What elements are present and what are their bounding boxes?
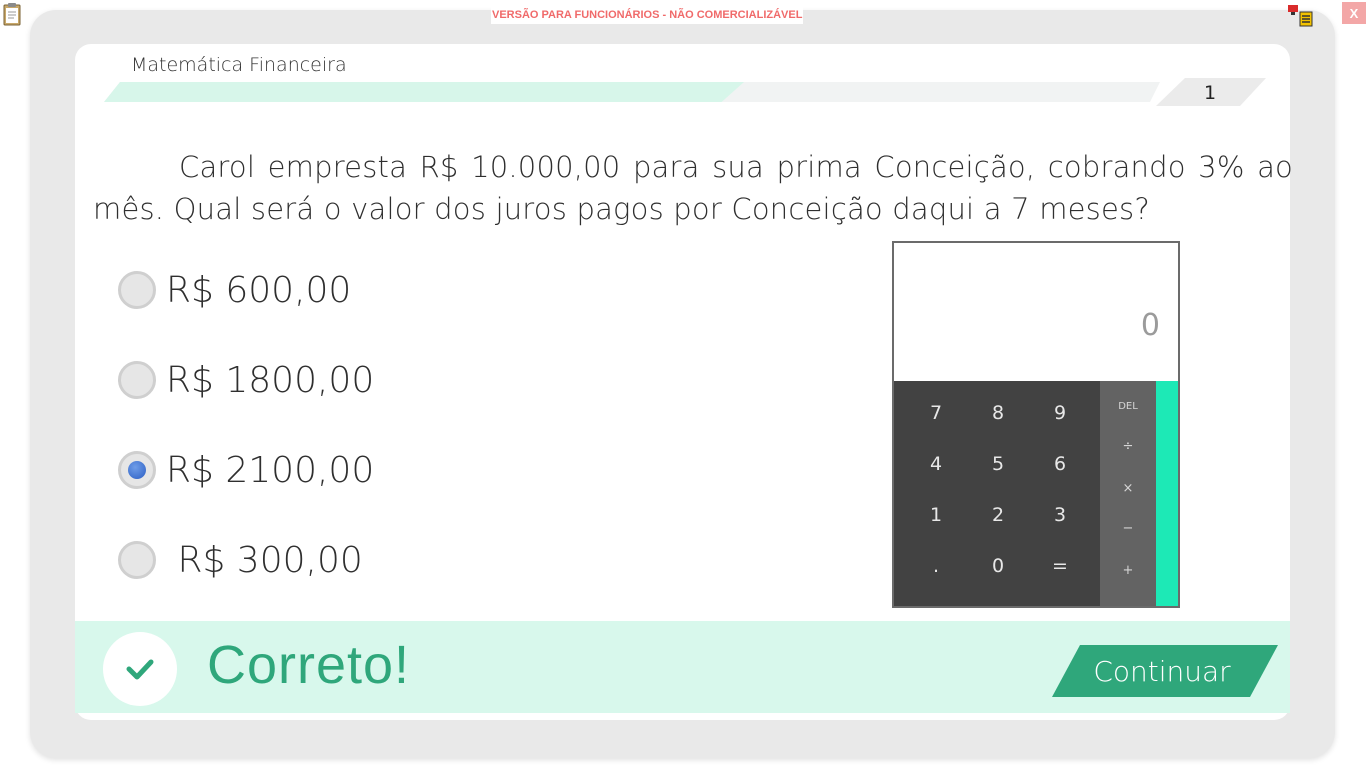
calculator-keypad: 7 8 9 4 5 6 1 2 3 . 0 = (894, 381, 1100, 606)
calculator-advanced-panel-handle[interactable] (1156, 381, 1178, 606)
answer-label: R$ 600,00 (166, 269, 352, 311)
answer-option-4[interactable]: R$ 300,00 (118, 536, 363, 584)
key-delete[interactable]: DEL (1100, 391, 1156, 421)
key-5[interactable]: 5 (968, 440, 1028, 488)
answer-label: R$ 300,00 (166, 539, 363, 581)
checkmark-icon (126, 659, 154, 680)
network-status-icon[interactable] (1287, 3, 1315, 27)
key-add[interactable]: + (1100, 555, 1156, 585)
key-subtract[interactable]: − (1100, 513, 1156, 543)
key-7[interactable]: 7 (906, 389, 966, 437)
answer-option-1[interactable]: R$ 600,00 (118, 266, 351, 314)
key-decimal[interactable]: . (906, 542, 966, 590)
continue-button[interactable] (1050, 643, 1280, 699)
question-number: 1 (1204, 82, 1216, 104)
feedback-message: Correto! (207, 635, 411, 695)
radio-button[interactable] (118, 451, 156, 489)
calculator-operators: DEL ÷ × − + (1100, 381, 1156, 606)
key-0[interactable]: 0 (968, 542, 1028, 590)
radio-button[interactable] (118, 541, 156, 579)
key-2[interactable]: 2 (968, 491, 1028, 539)
question-text: Carol empresta R$ 10.000,00 para sua pri… (93, 150, 1293, 226)
key-8[interactable]: 8 (968, 389, 1028, 437)
progress-bar: 1 (104, 78, 1266, 106)
key-4[interactable]: 4 (906, 440, 966, 488)
radio-button[interactable] (118, 271, 156, 309)
answer-label: R$ 2100,00 (166, 449, 375, 491)
key-9[interactable]: 9 (1030, 389, 1090, 437)
radio-button[interactable] (118, 361, 156, 399)
progress-fill (104, 82, 744, 102)
calculator-display: 0 (894, 243, 1178, 381)
answer-option-2[interactable]: R$ 1800,00 (118, 356, 374, 404)
staff-version-watermark: VERSÃO PARA FUNCIONÁRIOS - NÃO COMERCIAL… (491, 7, 804, 24)
key-6[interactable]: 6 (1030, 440, 1090, 488)
calculator: 0 7 8 9 4 5 6 1 2 3 . 0 = DEL ÷ × − + (892, 241, 1180, 608)
subject-title: Matemática Financeira (131, 54, 347, 76)
key-divide[interactable]: ÷ (1100, 431, 1156, 461)
key-1[interactable]: 1 (906, 491, 966, 539)
answer-option-3[interactable]: R$ 2100,00 (118, 446, 374, 494)
key-equals[interactable]: = (1030, 542, 1090, 590)
key-multiply[interactable]: × (1100, 473, 1156, 503)
close-button[interactable]: X (1342, 2, 1366, 24)
answer-label: R$ 1800,00 (166, 359, 375, 401)
clipboard-icon[interactable] (2, 2, 22, 26)
calculator-display-value: 0 (1140, 308, 1160, 343)
key-3[interactable]: 3 (1030, 491, 1090, 539)
success-badge (103, 632, 177, 706)
